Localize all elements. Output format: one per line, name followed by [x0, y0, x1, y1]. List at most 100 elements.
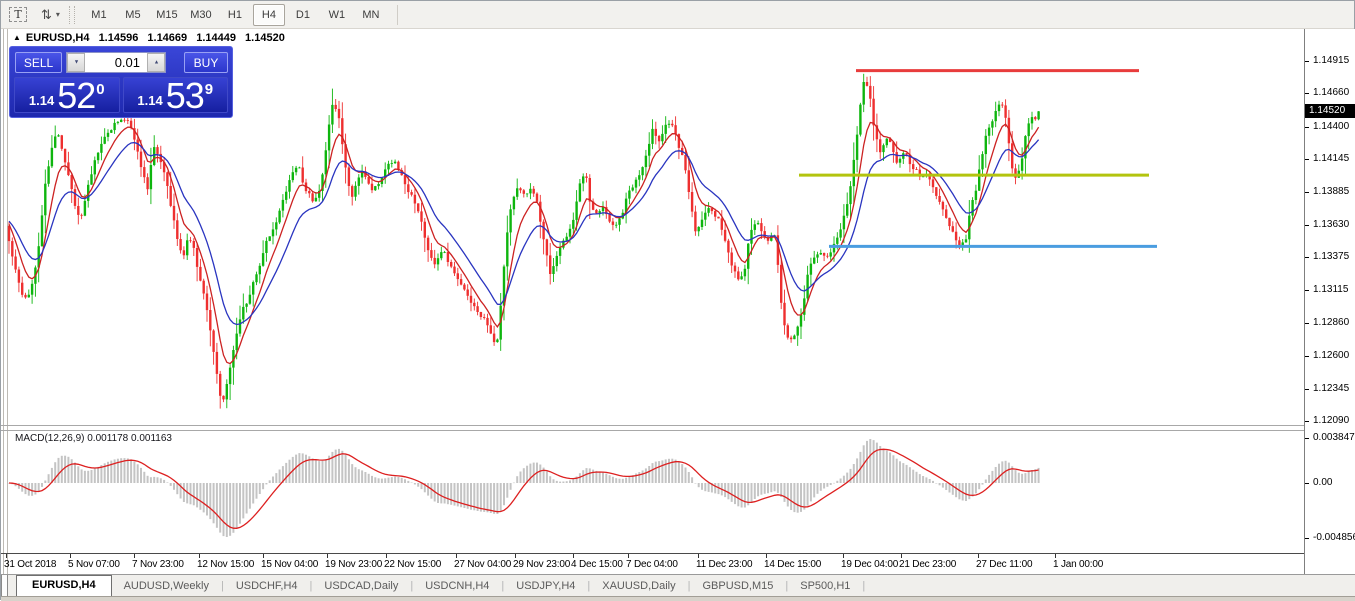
tab-scroll-handle[interactable] [1, 575, 8, 596]
time-axis-tick [263, 554, 264, 558]
timeframe-button-h4[interactable]: H4 [253, 4, 285, 26]
time-axis-label: 7 Dec 04:00 [626, 559, 678, 570]
volume-decrease-button[interactable]: ▼ [67, 53, 85, 72]
macd-histogram [8, 439, 1040, 537]
time-axis-tick [698, 554, 699, 558]
tab-sp500-h1[interactable]: SP500,H1 [788, 580, 862, 592]
price-axis[interactable]: 1.149151.146601.144001.141451.138851.136… [1304, 29, 1355, 574]
buy-price-display[interactable]: 1.14 539 [123, 77, 229, 113]
time-axis-tick [199, 554, 200, 558]
macd-axis-zero: 0.00 [1313, 477, 1332, 488]
time-axis-tick [134, 554, 135, 558]
price-axis-label-tick [1305, 290, 1309, 291]
sell-price-pip: 0 [96, 81, 104, 98]
one-click-trading-panel: SELL ▼ 0.01 ▲ BUY 1.14520 [9, 46, 233, 118]
tab-usdjpy-h4[interactable]: USDJPY,H4 [504, 580, 587, 592]
ohlc-low: 1.14449 [196, 32, 236, 44]
time-axis-tick [6, 554, 7, 558]
current-price-tag: 1.14520 [1305, 104, 1355, 118]
time-axis-tick [456, 554, 457, 558]
toolbar-grip [69, 6, 75, 24]
toolbar-separator [397, 5, 398, 25]
timeframe-button-m15[interactable]: M15 [151, 4, 183, 26]
timeframe-button-mn[interactable]: MN [355, 4, 387, 26]
collapse-triangle-icon: ▲ [13, 33, 21, 42]
price-axis-label-tick [1305, 127, 1309, 128]
price-axis-label: 1.13375 [1313, 251, 1349, 262]
trade-panel-quotes: 1.14520 1.14 539 [14, 77, 228, 113]
macd-axis-zero-tick [1305, 483, 1309, 484]
volume-input[interactable]: 0.01 [85, 53, 147, 72]
timeframe-toolbar: M1M5M15M30H1H4D1W1MN [82, 4, 388, 26]
updown-arrows-icon: ⇅ [41, 8, 52, 21]
buy-button[interactable]: BUY [184, 52, 228, 73]
time-axis-label: 29 Nov 23:00 [513, 559, 570, 570]
timeframe-button-m1[interactable]: M1 [83, 4, 115, 26]
trade-panel-top-row: SELL ▼ 0.01 ▲ BUY [10, 52, 232, 74]
text-tool-button[interactable]: T [6, 5, 30, 24]
time-axis-tick [573, 554, 574, 558]
time-axis-tick [386, 554, 387, 558]
tab-usdcad-daily[interactable]: USDCAD,Daily [312, 580, 410, 592]
macd-splitter-top[interactable] [1, 425, 1304, 426]
ohlc-close: 1.14520 [245, 32, 285, 44]
symbol-label: EURUSD,H4 [26, 32, 90, 44]
tab-usdchf-h4[interactable]: USDCHF,H4 [224, 580, 310, 592]
level-lines [799, 71, 1157, 247]
time-axis-tick [766, 554, 767, 558]
price-axis-label: 1.14145 [1313, 153, 1349, 164]
price-axis-label: 1.12600 [1313, 350, 1349, 361]
tab-xauusd-daily[interactable]: XAUUSD,Daily [590, 580, 687, 592]
sell-button[interactable]: SELL [15, 52, 62, 73]
tab-usdcnh-h4[interactable]: USDCNH,H4 [413, 580, 501, 592]
tab-gbpusd-m15[interactable]: GBPUSD,M15 [690, 580, 785, 592]
price-axis-label: 1.12860 [1313, 317, 1349, 328]
time-axis-label: 31 Oct 2018 [4, 559, 56, 570]
sell-price-display[interactable]: 1.14520 [14, 77, 120, 113]
tab-items: AUDUSD,Weekly|USDCHF,H4|USDCAD,Daily|USD… [112, 580, 866, 592]
macd-indicator-label: MACD(12,26,9) 0.001178 0.001163 [15, 433, 172, 444]
time-axis-label: 7 Nov 23:00 [132, 559, 184, 570]
price-axis-label-tick [1305, 323, 1309, 324]
timeframe-button-m5[interactable]: M5 [117, 4, 149, 26]
arrange-windows-button[interactable]: ⇅ ▾ [41, 8, 60, 21]
spinner-up-icon: ▲ [153, 60, 159, 66]
time-axis-label: 22 Nov 15:00 [384, 559, 441, 570]
sell-price-main: 1.14 [29, 93, 54, 108]
volume-increase-button[interactable]: ▲ [147, 53, 165, 72]
time-axis-tick [1055, 554, 1056, 558]
buy-price-pip: 9 [205, 81, 213, 98]
mt4-window: T ⇅ ▾ M1M5M15M30H1H4D1W1MN ▲ EURUSD,H4 1.… [0, 0, 1355, 600]
price-axis-label: 1.14400 [1313, 121, 1349, 132]
tab-eurusd-h4[interactable]: EURUSD,H4 [16, 575, 112, 596]
macd-splitter-bottom[interactable] [1, 430, 1304, 431]
chart-tab-bar: EURUSD,H4 AUDUSD,Weekly|USDCHF,H4|USDCAD… [1, 574, 1355, 596]
timeframe-button-w1[interactable]: W1 [321, 4, 353, 26]
macd-axis-max: 0.003847 [1313, 432, 1355, 443]
text-tool-icon: T [9, 7, 26, 22]
timeframe-button-m30[interactable]: M30 [185, 4, 217, 26]
time-axis-label: 1 Jan 00:00 [1053, 559, 1103, 570]
time-axis[interactable]: 31 Oct 2018 5 Nov 07:00 7 Nov 23:00 12 Nov … [1, 553, 1304, 574]
time-axis-label: 19 Nov 23:00 [325, 559, 382, 570]
chart-area: ▲EURUSD,H4 1.14596 1.14669 1.14449 1.145… [1, 29, 1355, 574]
time-axis-tick [978, 554, 979, 558]
chevron-down-icon: ▾ [56, 10, 60, 19]
buy-price-main: 1.14 [137, 93, 162, 108]
buy-price-big: 53 [166, 79, 204, 112]
price-axis-label-tick [1305, 192, 1309, 193]
price-axis-label-tick [1305, 93, 1309, 94]
macd-axis-min: -0.004856 [1313, 532, 1355, 543]
timeframe-button-d1[interactable]: D1 [287, 4, 319, 26]
time-axis-label: 5 Nov 07:00 [68, 559, 120, 570]
time-axis-label: 12 Nov 15:00 [197, 559, 254, 570]
price-axis-label-tick [1305, 159, 1309, 160]
price-axis-label-tick [1305, 61, 1309, 62]
price-axis-label-tick [1305, 225, 1309, 226]
tab-audusd-weekly[interactable]: AUDUSD,Weekly [112, 580, 221, 592]
time-axis-tick [70, 554, 71, 558]
candles-layer [8, 74, 1040, 409]
price-axis-label: 1.14660 [1313, 87, 1349, 98]
price-axis-label: 1.13885 [1313, 186, 1349, 197]
timeframe-button-h1[interactable]: H1 [219, 4, 251, 26]
